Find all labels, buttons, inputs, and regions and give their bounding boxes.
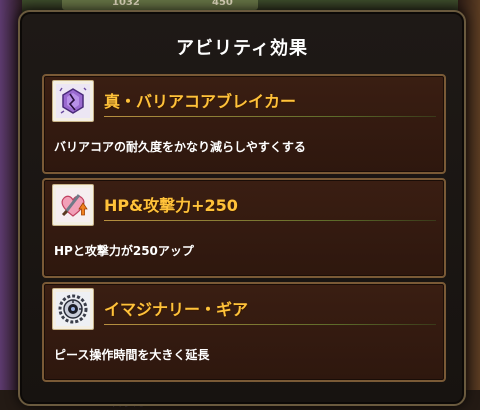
background-value-left: 1032 bbox=[112, 0, 140, 8]
heart-sword-up-icon bbox=[52, 184, 94, 226]
background-value-right: 450 bbox=[212, 0, 233, 8]
gear-clock-icon bbox=[52, 288, 94, 330]
ability-name: イマジナリー・ギア bbox=[104, 300, 249, 319]
ability-description: バリアコアの耐久度をかなり減らしやすくする bbox=[54, 140, 306, 154]
ability-card-hp-attack[interactable]: HP&攻撃力+250 HPと攻撃力が250アップ bbox=[42, 178, 446, 278]
ability-card-barrier-breaker[interactable]: 真・バリアコアブレイカー バリアコアの耐久度をかなり減らしやすくする bbox=[42, 74, 446, 174]
ability-description: HPと攻撃力が250アップ bbox=[54, 244, 194, 258]
ability-name: HP&攻撃力+250 bbox=[104, 196, 238, 215]
ability-card-imaginary-gear[interactable]: イマジナリー・ギア ピース操作時間を大きく延長 bbox=[42, 282, 446, 382]
crystal-break-icon bbox=[52, 80, 94, 122]
divider bbox=[104, 116, 436, 117]
ability-effects-dialog: アビリティ効果 真・バリアコアブレイカー バリアコアの耐久度をかなり減らしやすく… bbox=[18, 10, 466, 406]
ability-name: 真・バリアコアブレイカー bbox=[104, 92, 297, 111]
divider bbox=[104, 220, 436, 221]
dialog-title: アビリティ効果 bbox=[176, 38, 308, 59]
divider bbox=[104, 324, 436, 325]
ability-description: ピース操作時間を大きく延長 bbox=[54, 348, 210, 362]
